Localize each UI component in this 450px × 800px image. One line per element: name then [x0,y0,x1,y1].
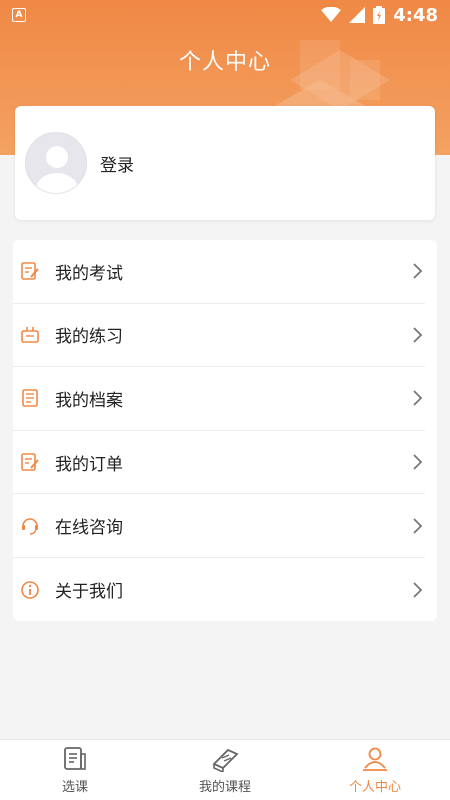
menu-item-label: 我的考试 [55,263,123,284]
menu-item-about[interactable]: 关于我们 [13,558,425,622]
chevron-right-icon [413,518,423,534]
login-card[interactable]: 登录 [15,106,435,220]
my-courses-icon [212,748,239,772]
order-icon [19,451,41,473]
menu-item-label: 关于我们 [55,582,123,603]
status-bar: A 4:48 [0,0,450,30]
clock: 4:48 [393,4,438,26]
chevron-right-icon [413,327,423,343]
course-select-icon [64,746,86,770]
menu-item-practice[interactable]: 我的练习 [13,304,425,368]
battery-icon [373,6,386,24]
menu-item-label: 我的练习 [55,327,123,348]
wifi-icon [321,7,342,22]
default-avatar-icon [36,146,78,193]
chevron-right-icon [413,263,423,279]
chevron-right-icon [413,454,423,470]
bottom-tab-bar: 选课 我的课程 个人中心 [0,739,450,800]
menu-item-label: 我的订单 [55,454,123,475]
tab-label: 个人中心 [348,779,401,795]
tab-my-courses[interactable]: 我的课程 [150,740,300,800]
profile-icon [363,747,387,771]
archive-icon [19,387,41,409]
menu-item-consult[interactable]: 在线咨询 [13,494,425,558]
tab-label: 选课 [61,779,88,795]
avatar[interactable] [25,132,87,194]
tab-course-select[interactable]: 选课 [0,740,150,800]
menu-item-label: 我的档案 [55,390,123,411]
exam-icon [19,260,41,282]
chevron-right-icon [413,582,423,598]
menu-item-exam[interactable]: 我的考试 [13,240,425,304]
page-title: 个人中心 [178,50,271,75]
menu-item-order[interactable]: 我的订单 [13,431,425,495]
app-badge-icon: A [12,8,26,22]
chevron-right-icon [413,390,423,407]
menu-item-archive[interactable]: 我的档案 [13,367,425,431]
tab-profile[interactable]: 个人中心 [300,740,450,800]
info-icon [19,579,41,601]
tab-label: 我的课程 [198,779,251,795]
profile-menu: 我的考试 我的练习 我的档案 我的订单 在线咨询 关于我们 [13,240,437,621]
consult-icon [19,515,41,537]
menu-item-label: 在线咨询 [55,518,123,539]
signal-icon [349,7,366,23]
login-link[interactable]: 登录 [100,151,134,176]
practice-icon [19,324,41,346]
